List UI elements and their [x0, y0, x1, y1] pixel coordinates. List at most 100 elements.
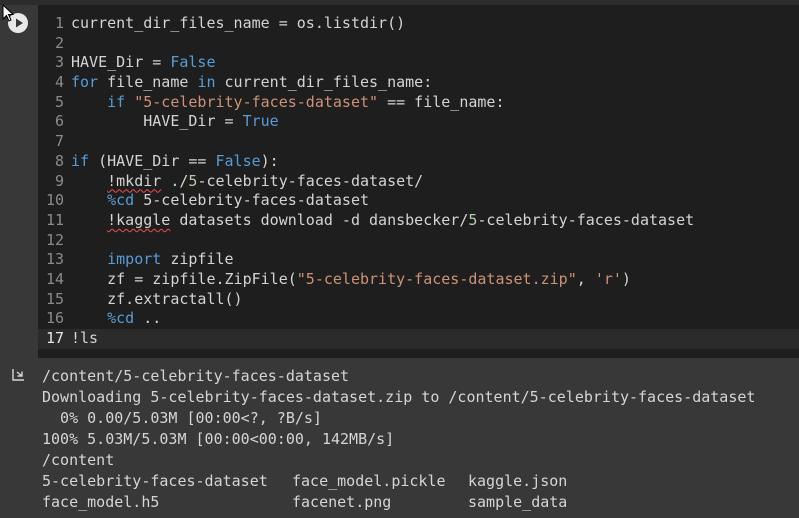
code-text: HAVE_Dir = True: [71, 112, 279, 132]
line-number: 8: [54, 151, 64, 170]
code-line[interactable]: 2: [38, 34, 799, 54]
code-line[interactable]: 15 zf.extractall(): [38, 290, 799, 310]
code-token: current_dir_files_name:: [215, 73, 433, 92]
line-number: 3: [54, 53, 64, 72]
code-token: "5-celebrity-faces-dataset.zip": [296, 269, 577, 288]
code-token: == file_name:: [378, 92, 505, 111]
code-token: "5-celebrity-faces-dataset": [134, 92, 379, 111]
code-text: !kaggle datasets download -d dansbecker/…: [71, 211, 694, 231]
line-number: 5: [54, 92, 64, 111]
code-token: ):: [260, 151, 279, 170]
line-number: 7: [54, 132, 64, 151]
code-text: if (HAVE_Dir == False):: [71, 152, 279, 172]
code-line[interactable]: 8 if (HAVE_Dir == False):: [38, 152, 799, 172]
code-token: ..: [134, 309, 162, 328]
code-token: False: [215, 151, 261, 170]
file-name: 5-celebrity-faces-dataset: [42, 472, 268, 490]
code-line[interactable]: 12: [38, 231, 799, 251]
output-line: /content: [42, 451, 115, 469]
code-token: 'r': [594, 269, 622, 288]
code-token: if: [107, 92, 126, 111]
code-token: !kaggle: [107, 210, 171, 229]
line-number: 13: [45, 250, 64, 269]
output-arrow-icon[interactable]: [12, 368, 28, 382]
code-token: %cd: [107, 309, 135, 328]
code-text: !mkdir ./5-celebrity-faces-dataset/: [71, 172, 423, 192]
line-number: 14: [45, 269, 64, 288]
code-line[interactable]: 4 for file_name in current_dir_files_name…: [38, 73, 799, 93]
code-token: (HAVE_Dir ==: [89, 151, 216, 170]
line-number: 6: [54, 112, 64, 131]
code-token: zf = zipfile.ZipFile(: [71, 269, 297, 288]
code-token: HAVE_Dir =: [71, 53, 171, 72]
line-number: 15: [45, 289, 64, 308]
code-text: import zipfile: [71, 250, 233, 270]
code-text: %cd 5-celebrity-faces-dataset: [71, 191, 369, 211]
code-token: !ls: [71, 329, 99, 347]
code-text: current_dir_files_name = os.listdir(): [71, 14, 405, 34]
code-text: %cd ..: [71, 309, 161, 329]
cell-output: /content/5-celebrity-faces-dataset Downl…: [0, 358, 799, 518]
code-line[interactable]: 9 !mkdir ./5-celebrity-faces-dataset/: [38, 172, 799, 192]
code-token: zf.extractall(): [71, 289, 243, 308]
line-number: 12: [45, 230, 64, 249]
code-token: %cd: [107, 191, 135, 210]
line-number: 17: [45, 329, 64, 347]
code-token: datasets download -d dansbecker/: [170, 210, 469, 229]
code-line[interactable]: 5 if "5-celebrity-faces-dataset" == file…: [38, 93, 799, 113]
code-token: ): [621, 269, 631, 288]
code-line[interactable]: 13 import zipfile: [38, 250, 799, 270]
code-line[interactable]: 1 current_dir_files_name = os.listdir(): [38, 14, 799, 34]
code-token: -celebrity-faces-dataset: [477, 210, 695, 229]
code-token: -celebrity-faces-dataset/: [197, 171, 424, 190]
cell-gutter: [0, 5, 38, 358]
code-line[interactable]: 3 HAVE_Dir = False: [38, 53, 799, 73]
code-token: import: [107, 250, 162, 269]
code-text: for file_name in current_dir_files_name:: [71, 73, 432, 93]
output-line: /content/5-celebrity-faces-dataset: [42, 367, 350, 385]
file-name: sample_data: [468, 493, 568, 511]
file-name: facenet.png: [292, 493, 392, 511]
code-token: if: [71, 151, 90, 170]
line-number: 10: [45, 191, 64, 210]
code-line[interactable]: 7: [38, 132, 799, 152]
code-token: HAVE_Dir =: [71, 112, 243, 131]
line-number: 1: [54, 14, 64, 32]
code-token: True: [242, 112, 279, 131]
code-token: in: [197, 73, 216, 92]
code-text: zf = zipfile.ZipFile("5-celebrity-faces-…: [71, 270, 631, 290]
line-number: 9: [54, 171, 64, 190]
code-text: if "5-celebrity-faces-dataset" == file_n…: [71, 92, 505, 113]
code-editor[interactable]: 1 current_dir_files_name = os.listdir() 2 3…: [38, 5, 799, 358]
code-token: 5-celebrity-faces-dataset: [134, 191, 370, 210]
code-line[interactable]: 10 %cd 5-celebrity-faces-dataset: [38, 191, 799, 211]
code-token: False: [170, 53, 216, 72]
code-token: !mkdir: [107, 171, 162, 190]
code-line[interactable]: 14 zf = zipfile.ZipFile("5-celebrity-fac…: [38, 270, 799, 290]
output-text: /content/5-celebrity-faces-dataset Downl…: [42, 366, 755, 513]
code-token: current_dir_files_name = os.listdir(): [71, 14, 406, 32]
code-token: file_name: [98, 73, 198, 92]
code-text: zf.extractall(): [71, 289, 243, 310]
line-number: 4: [54, 73, 64, 92]
code-text: HAVE_Dir = False: [71, 53, 216, 73]
code-token: for: [71, 73, 99, 92]
code-text: !ls: [71, 329, 98, 349]
code-line[interactable]: 16 %cd ..: [38, 309, 799, 329]
file-name: kaggle.json: [468, 472, 568, 490]
line-number: 16: [45, 309, 64, 328]
output-line: Downloading 5-celebrity-faces-dataset.zi…: [42, 388, 756, 406]
code-lines: 1 current_dir_files_name = os.listdir() 2 3…: [38, 14, 799, 349]
output-line: 0% 0.00/5.03M [00:00<?, ?B/s]: [42, 409, 322, 427]
code-line[interactable]: 17 !ls: [38, 329, 799, 349]
code-line[interactable]: 6 HAVE_Dir = True: [38, 112, 799, 132]
code-token: ./: [161, 171, 189, 190]
code-line[interactable]: 11 !kaggle datasets download -d dansbeck…: [38, 211, 799, 231]
